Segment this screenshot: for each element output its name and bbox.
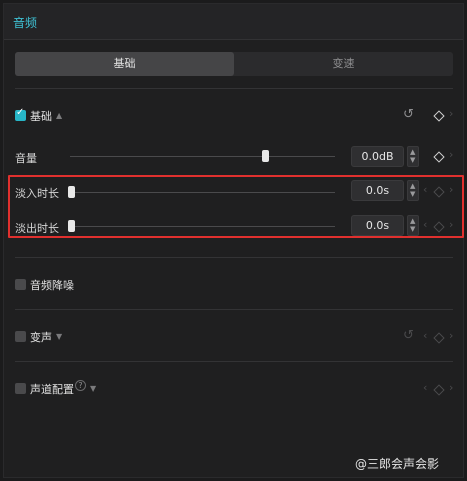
stepper-up-icon[interactable]: ▲ — [410, 149, 415, 156]
divider — [15, 88, 453, 89]
basic-checkbox[interactable] — [15, 107, 26, 121]
fade-rows-highlight — [8, 175, 464, 238]
channel-config-label: 声道配置 — [30, 383, 74, 396]
watermark: @三郎会声会影 — [355, 457, 440, 471]
panel-header: 音频 — [4, 4, 463, 40]
channel-keyframe-icon[interactable] — [433, 384, 445, 396]
panel-title: 音频 — [13, 16, 38, 30]
divider — [15, 309, 453, 310]
volume-stepper[interactable]: ▲ ▼ — [407, 146, 419, 167]
divider — [15, 361, 453, 362]
volume-slider-thumb[interactable] — [262, 150, 269, 162]
channel-config-checkbox[interactable] — [15, 383, 26, 394]
volume-keyframe-icon[interactable] — [433, 151, 445, 163]
volume-next-icon[interactable]: › — [449, 148, 453, 161]
volume-label: 音量 — [15, 152, 37, 165]
next-keyframe-icon[interactable]: › — [449, 107, 453, 120]
voice-change-prev-icon[interactable]: ‹ — [423, 329, 427, 342]
noise-reduction-checkbox[interactable] — [15, 279, 26, 290]
voice-change-caret-icon[interactable]: ▼ — [56, 332, 62, 341]
voice-change-keyframe-icon[interactable] — [433, 332, 445, 344]
volume-slider-track[interactable] — [70, 156, 335, 157]
reset-icon[interactable]: ↺ — [403, 107, 414, 122]
voice-change-reset-icon[interactable]: ↺ — [403, 328, 414, 343]
voice-change-checkbox[interactable] — [15, 331, 26, 342]
divider — [15, 257, 453, 258]
help-icon[interactable]: ? — [75, 380, 86, 391]
voice-change-label: 变声 — [30, 331, 52, 344]
channel-caret-icon[interactable]: ▼ — [90, 384, 96, 393]
noise-reduction-label: 音频降噪 — [30, 279, 74, 292]
stepper-down-icon[interactable]: ▼ — [410, 157, 415, 164]
basic-section-label: 基础 — [30, 110, 52, 123]
voice-change-next-icon[interactable]: › — [449, 329, 453, 342]
collapse-caret-icon[interactable]: ▲ — [56, 111, 62, 120]
tab-bar: 基础 变速 — [15, 52, 453, 76]
tab-speed[interactable]: 变速 — [234, 52, 453, 76]
volume-value-field[interactable]: 0.0dB — [351, 146, 404, 167]
channel-next-icon[interactable]: › — [449, 381, 453, 394]
tab-basic[interactable]: 基础 — [15, 52, 234, 76]
keyframe-diamond-icon[interactable] — [433, 110, 445, 122]
audio-panel: 音频 基础 变速 基础 ▲ ↺ › 音量 0.0dB ▲ ▼ › 淡入时长 0.… — [3, 3, 464, 478]
channel-prev-icon[interactable]: ‹ — [423, 381, 427, 394]
